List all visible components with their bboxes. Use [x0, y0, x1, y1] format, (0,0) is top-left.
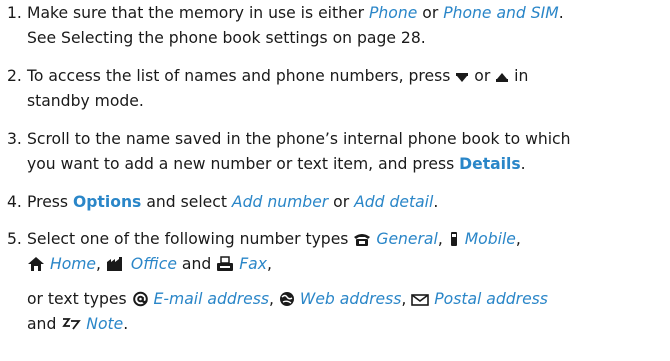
key-details: Details: [459, 155, 521, 173]
office-icon: [106, 256, 126, 272]
step-text: .: [433, 193, 439, 211]
step-text: Press: [27, 193, 69, 211]
step-number: 3.: [7, 130, 22, 148]
step-text: standby mode.: [27, 92, 144, 110]
type-note: Note: [86, 315, 124, 333]
scroll-up-icon: [495, 70, 509, 84]
step-text: Select one of the following number types: [27, 230, 349, 248]
scroll-down-icon: [455, 70, 469, 84]
note-icon: [61, 316, 82, 332]
web-globe-icon: [279, 291, 295, 307]
fax-icon: [216, 256, 234, 272]
step-text: or: [333, 193, 350, 211]
type-home: Home: [49, 255, 97, 273]
option-add-number: Add number: [231, 193, 329, 211]
email-at-icon: [132, 291, 149, 307]
step-number: 1.: [7, 4, 22, 22]
step-text: and: [27, 315, 57, 333]
step-text: you want to add a new number or text ite…: [27, 155, 455, 173]
step-text: See Selecting the phone book settings on…: [27, 29, 426, 47]
step-text: or: [474, 67, 491, 85]
step-text: in: [514, 67, 529, 85]
mobile-icon: [448, 231, 460, 247]
step-text: and select: [146, 193, 227, 211]
key-options: Options: [73, 193, 142, 211]
step-text: or: [422, 4, 439, 22]
type-office: Office: [130, 255, 177, 273]
option-phone: Phone: [369, 4, 418, 22]
step-text: Scroll to the name saved in the phone’s …: [27, 130, 571, 148]
postal-envelope-icon: [411, 293, 430, 307]
step-text: .: [558, 4, 564, 22]
general-phone-icon: [353, 231, 371, 247]
type-email: E-mail address: [153, 290, 270, 308]
type-web: Web address: [299, 290, 402, 308]
option-phone-and-sim: Phone and SIM: [443, 4, 559, 22]
step-number: 2.: [7, 67, 22, 85]
type-postal: Postal address: [434, 290, 548, 308]
step-text: .: [520, 155, 526, 173]
option-add-detail: Add detail: [354, 193, 434, 211]
type-fax: Fax: [239, 255, 267, 273]
step-text: and: [181, 255, 212, 273]
home-icon: [27, 256, 45, 272]
step-text: or text types: [27, 290, 127, 308]
step-text: Make sure that the memory in use is eith…: [27, 4, 365, 22]
type-general: General: [376, 230, 438, 248]
step-number: 5.: [7, 230, 22, 248]
step-number: 4.: [7, 193, 22, 211]
step-text: To access the list of names and phone nu…: [27, 67, 451, 85]
instruction-page: 1. Make sure that the memory in use is e…: [0, 0, 670, 361]
type-mobile: Mobile: [464, 230, 516, 248]
